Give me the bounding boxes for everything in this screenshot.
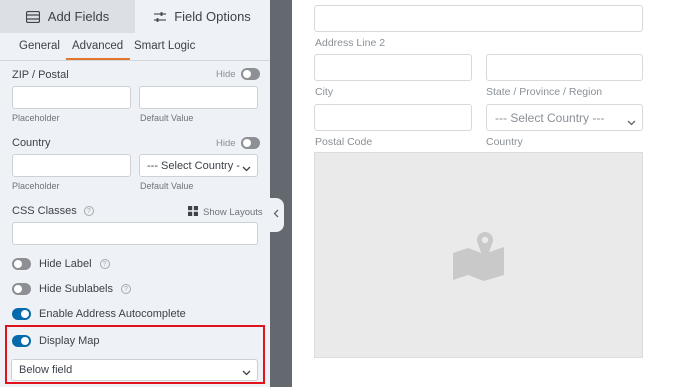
country-select-value: --- Select Country ---	[495, 110, 605, 125]
zip-hide-control[interactable]: Hide	[216, 68, 260, 80]
zip-hide-label: Hide	[216, 68, 236, 80]
show-layouts-link[interactable]: Show Layouts	[188, 206, 263, 219]
tab-add-fields[interactable]: Add Fields	[0, 0, 135, 33]
address-line2-label: Address Line 2	[315, 37, 386, 49]
address-line2-input[interactable]	[314, 5, 643, 32]
hide-label-row: Hide Label ?	[12, 258, 110, 270]
panel-tabs: Add Fields Field Options	[0, 0, 270, 33]
sub-tabs: General Advanced Smart Logic	[0, 33, 270, 61]
postal-code-input[interactable]	[314, 104, 472, 131]
country-placeholder-caption: Placeholder	[12, 181, 60, 191]
hide-label-toggle[interactable]	[12, 258, 31, 270]
show-layouts-label: Show Layouts	[203, 207, 263, 218]
form-preview: Address Line 2 City State / Province / R…	[292, 0, 680, 387]
country-default-caption: Default Value	[140, 181, 194, 191]
address-autocomplete-toggle[interactable]	[12, 308, 31, 320]
zip-hide-toggle[interactable]	[240, 68, 260, 80]
address-autocomplete-row: Enable Address Autocomplete	[12, 308, 186, 320]
postal-code-label: Postal Code	[315, 136, 373, 148]
country-hide-label: Hide	[216, 137, 236, 149]
tab-field-options-label: Field Options	[174, 9, 251, 24]
sliders-icon	[154, 11, 167, 23]
country-label-preview: Country	[486, 136, 523, 148]
display-map-highlight	[5, 325, 265, 384]
city-label: City	[315, 86, 334, 98]
zip-postal-label: ZIP / Postal	[12, 69, 69, 81]
grid-layout-icon	[188, 206, 198, 219]
subtab-general[interactable]: General	[19, 40, 60, 52]
css-classes-input[interactable]	[12, 222, 258, 245]
zip-default-caption: Default Value	[140, 113, 194, 123]
zip-placeholder-input[interactable]	[12, 86, 131, 109]
address-autocomplete-text: Enable Address Autocomplete	[39, 308, 186, 320]
country-placeholder-input[interactable]	[12, 154, 131, 177]
zip-default-value-input[interactable]	[139, 86, 258, 109]
table-list-icon	[25, 10, 40, 23]
hide-label-text: Hide Label	[39, 258, 92, 270]
panel-divider	[270, 0, 292, 387]
map-icon	[452, 231, 506, 284]
chevron-down-icon	[627, 115, 636, 129]
country-label: Country	[12, 137, 51, 149]
subtab-smart-logic[interactable]: Smart Logic	[134, 40, 195, 52]
country-default-select[interactable]: --- Select Country ---	[139, 154, 258, 177]
state-input[interactable]	[486, 54, 643, 81]
active-subtab-indicator	[66, 58, 130, 60]
country-hide-control[interactable]: Hide	[216, 137, 260, 149]
country-select[interactable]: --- Select Country ---	[486, 104, 643, 131]
country-default-select-value: --- Select Country ---	[147, 159, 248, 172]
chevron-down-icon	[240, 162, 251, 175]
css-classes-label-text: CSS Classes	[12, 205, 77, 217]
field-options-panel: Add Fields Field Options General Advance…	[0, 0, 270, 387]
collapse-panel-button[interactable]	[268, 198, 284, 232]
help-icon[interactable]: ?	[121, 284, 131, 294]
state-label: State / Province / Region	[486, 86, 603, 98]
subtab-advanced[interactable]: Advanced	[72, 40, 123, 52]
chevron-left-icon	[273, 209, 279, 221]
city-input[interactable]	[314, 54, 472, 81]
hide-sublabels-row: Hide Sublabels ?	[12, 283, 131, 295]
zip-placeholder-caption: Placeholder	[12, 113, 60, 123]
help-icon[interactable]: ?	[99, 259, 110, 269]
country-hide-toggle[interactable]	[240, 137, 260, 149]
map-placeholder	[314, 152, 643, 358]
hide-sublabels-toggle[interactable]	[12, 283, 31, 295]
tab-field-options[interactable]: Field Options	[135, 0, 270, 33]
help-icon[interactable]: ?	[83, 206, 94, 217]
tab-add-fields-label: Add Fields	[47, 9, 110, 24]
hide-sublabels-text: Hide Sublabels	[39, 283, 113, 295]
css-classes-label: CSS Classes?	[12, 205, 94, 217]
